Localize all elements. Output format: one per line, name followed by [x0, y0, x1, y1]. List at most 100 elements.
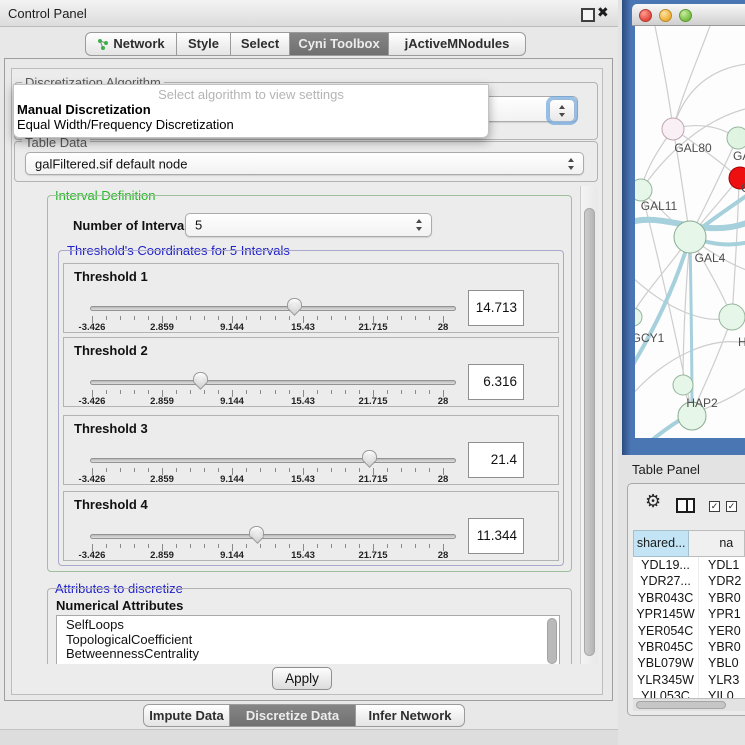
- tick-label: 2.859: [150, 396, 174, 407]
- slider-track[interactable]: [90, 380, 456, 385]
- column-header-shared[interactable]: shared...: [633, 530, 689, 557]
- cell[interactable]: YPR145W: [633, 606, 699, 622]
- close-icon[interactable]: ✖: [597, 4, 609, 21]
- gear-icon[interactable]: ⚙: [645, 492, 661, 510]
- table-data-combo[interactable]: galFiltered.sif default node: [25, 152, 584, 175]
- float-window-icon[interactable]: [581, 8, 595, 22]
- slider-track[interactable]: [90, 458, 456, 463]
- slider-thumb[interactable]: [249, 526, 264, 538]
- table-row[interactable]: YPR145WYPR1: [633, 606, 745, 622]
- cell[interactable]: YBR0: [699, 639, 741, 655]
- cell[interactable]: YBR043C: [633, 590, 699, 606]
- tick-label: -3.426: [79, 474, 106, 485]
- algorithm-option-manual[interactable]: Manual Discretization: [17, 102, 151, 117]
- threshold-value-field[interactable]: 21.4: [468, 442, 524, 478]
- node-gal80[interactable]: [662, 118, 684, 140]
- tab-infer-network[interactable]: Infer Network: [355, 704, 465, 727]
- column-header-name[interactable]: na: [689, 530, 745, 557]
- tab-select[interactable]: Select: [230, 32, 290, 56]
- columns-icon[interactable]: [676, 498, 695, 513]
- settings-viewport: Interval Definition Number of Intervals …: [14, 186, 580, 664]
- tick-label: 15.43: [291, 396, 315, 407]
- tab-jactivemnodules[interactable]: jActiveMNodules: [388, 32, 526, 56]
- list-item[interactable]: BetweennessCentrality: [57, 647, 559, 662]
- threshold-value-field[interactable]: 14.713: [468, 290, 524, 326]
- node-label: GCY1: [635, 331, 665, 345]
- table-horizontal-scrollbar[interactable]: [633, 698, 745, 711]
- cell[interactable]: YER0: [699, 623, 741, 639]
- table-row[interactable]: YDR27...YDR2: [633, 573, 745, 589]
- node-label: C: [741, 181, 745, 195]
- tick-label: 9.144: [220, 396, 244, 407]
- threshold-value-field[interactable]: 11.344: [468, 518, 524, 554]
- control-panel-titlebar: Control Panel ✖: [0, 0, 618, 27]
- node-hap2[interactable]: [673, 375, 693, 395]
- node-gcy1[interactable]: [635, 308, 642, 326]
- num-intervals-label: Number of Intervals: [73, 218, 195, 233]
- cell[interactable]: YDR27...: [633, 573, 699, 589]
- slider-thumb[interactable]: [287, 298, 302, 310]
- table-row[interactable]: YER054CYER0: [633, 623, 745, 639]
- table-row[interactable]: YLR345WYLR3: [633, 672, 745, 688]
- node-gal4[interactable]: [674, 221, 706, 253]
- combo-arrow-button[interactable]: [549, 99, 575, 122]
- table-row[interactable]: YBR045CYBR0: [633, 639, 745, 655]
- cell[interactable]: YLR3: [699, 672, 739, 688]
- list-item[interactable]: SelfLoops: [57, 616, 559, 633]
- tick-label: 28: [438, 474, 449, 485]
- tick-label: 2.859: [150, 474, 174, 485]
- slider-track[interactable]: [90, 534, 456, 539]
- slider-track[interactable]: [90, 306, 456, 311]
- slider-thumb[interactable]: [193, 372, 208, 384]
- cell[interactable]: YIL053C: [633, 688, 699, 698]
- slider-thumb[interactable]: [362, 450, 377, 462]
- close-traffic-light-icon[interactable]: [639, 9, 652, 22]
- tab-network[interactable]: Network: [85, 32, 177, 56]
- cell[interactable]: YDL19...: [633, 557, 699, 573]
- node-right[interactable]: [719, 304, 745, 330]
- updown-arrows-icon: [559, 105, 566, 117]
- checkbox-icon[interactable]: ✓: [709, 501, 720, 512]
- cell[interactable]: YDR2: [699, 573, 741, 589]
- cell[interactable]: YLR345W: [633, 672, 699, 688]
- scrollbar-thumb[interactable]: [584, 208, 595, 656]
- tick-label: 21.715: [358, 396, 387, 407]
- list-item[interactable]: TopologicalCoefficient: [57, 633, 559, 648]
- updown-arrows-icon: [416, 219, 423, 231]
- num-intervals-combo[interactable]: 5: [185, 213, 432, 237]
- tab-cyni-toolbox[interactable]: Cyni Toolbox: [289, 32, 389, 56]
- table-row[interactable]: YIL053CYIL0: [633, 688, 745, 698]
- table-row[interactable]: YBR043CYBR0: [633, 590, 745, 606]
- tick-label: 21.715: [358, 474, 387, 485]
- node-label: GAL11: [641, 199, 678, 213]
- tick-label: 28: [438, 550, 449, 561]
- scrollbar-thumb[interactable]: [636, 701, 726, 709]
- network-canvas[interactable]: GAL80 GA C GAL11 GAL4 GCY1 H HAP2: [635, 26, 745, 438]
- threshold-row-4: Threshold 4 -3.426 2.859 9.144 15.43 21.…: [63, 491, 559, 561]
- tab-impute-data[interactable]: Impute Data: [143, 704, 230, 727]
- checkbox-icon[interactable]: ✓: [726, 501, 737, 512]
- cell[interactable]: YBR0: [699, 590, 741, 606]
- cell[interactable]: YDL1: [699, 557, 739, 573]
- tab-style[interactable]: Style: [176, 32, 231, 56]
- cell[interactable]: YBL079W: [633, 655, 699, 671]
- control-panel-window: Control Panel ✖ Network Style Select Cyn…: [0, 0, 618, 745]
- cell[interactable]: YPR1: [699, 606, 741, 622]
- tab-discretize-data[interactable]: Discretize Data: [229, 704, 356, 727]
- apply-button[interactable]: Apply: [272, 667, 332, 690]
- cell[interactable]: YBR045C: [633, 639, 699, 655]
- list-scrollbar-thumb[interactable]: [547, 618, 557, 664]
- cell[interactable]: YBL0: [699, 655, 739, 671]
- table-row[interactable]: YBL079WYBL0: [633, 655, 745, 671]
- threshold-value-field[interactable]: 6.316: [468, 364, 524, 400]
- cell[interactable]: YIL0: [699, 688, 734, 698]
- node-gal11[interactable]: [635, 179, 652, 201]
- minimize-traffic-light-icon[interactable]: [659, 9, 672, 22]
- algorithm-option-equal-width[interactable]: Equal Width/Frequency Discretization: [17, 117, 234, 132]
- network-graph: GAL80 GA C GAL11 GAL4 GCY1 H HAP2: [635, 26, 745, 438]
- node-top-right[interactable]: [727, 127, 745, 149]
- table-row[interactable]: YDL19...YDL1: [633, 557, 745, 573]
- zoom-traffic-light-icon[interactable]: [679, 9, 692, 22]
- settings-scrollbar[interactable]: [580, 186, 598, 664]
- cell[interactable]: YER054C: [633, 623, 699, 639]
